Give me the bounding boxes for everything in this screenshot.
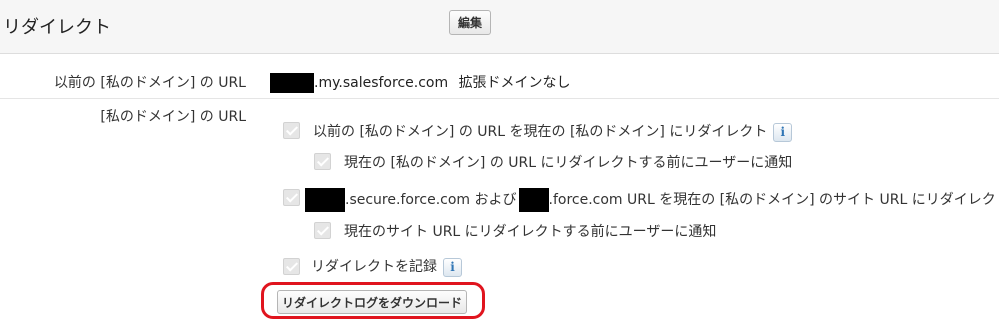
previous-domain-value: .my.salesforce.com 拡張ドメインなし	[270, 72, 571, 93]
info-icon[interactable]: i	[773, 122, 793, 142]
log-redirects-label: リダイレクトを記録	[311, 259, 437, 275]
notify-before-redirect-label: 現在の [私のドメイン] の URL にリダイレクトする前にユーザーに通知	[344, 155, 793, 171]
section-title: リダイレクト	[3, 17, 111, 38]
notify-before-redirect-checkbox[interactable]	[314, 153, 331, 170]
log-redirects-checkbox[interactable]	[283, 258, 300, 275]
redacted-block	[518, 188, 549, 212]
section-header: リダイレクト 編集	[0, 0, 999, 54]
log-redirects-option: リダイレクトを記録 i	[311, 256, 462, 277]
redacted-block	[270, 73, 314, 93]
notify-sites-label: 現在のサイト URL にリダイレクトする前にユーザーに通知	[344, 224, 717, 240]
domain-note: 拡張ドメインなし	[458, 75, 571, 91]
notify-sites-checkbox[interactable]	[314, 222, 331, 239]
redirect-label: [私のドメイン] の URL	[100, 109, 246, 125]
edit-button[interactable]: 編集	[449, 10, 491, 35]
redirect-sites-option: .secure.force.com および .force.com URL を現在の…	[305, 188, 999, 212]
redirect-to-current-label: 以前の [私のドメイン] の URL を現在の [私のドメイン] にリダイレクト	[313, 124, 768, 140]
redacted-block	[305, 188, 345, 212]
redirect-to-current-checkbox[interactable]	[283, 122, 300, 139]
row-divider	[0, 98, 999, 99]
previous-domain-label: 以前の [私のドメイン] の URL	[53, 75, 246, 91]
redirect-sites-checkbox[interactable]	[283, 189, 300, 206]
redirect-sites-label-part2: .force.com URL を現在の [私のドメイン] のサイト URL にリ…	[548, 192, 999, 208]
domain-suffix: .my.salesforce.com	[314, 75, 449, 91]
redirect-sites-label-part1: .secure.force.com および	[345, 192, 517, 208]
redirect-to-current-option: 以前の [私のドメイン] の URL を現在の [私のドメイン] にリダイレクト…	[313, 121, 793, 142]
download-redirect-log-button[interactable]: リダイレクトログをダウンロード	[277, 290, 467, 314]
info-icon[interactable]: i	[443, 257, 462, 277]
